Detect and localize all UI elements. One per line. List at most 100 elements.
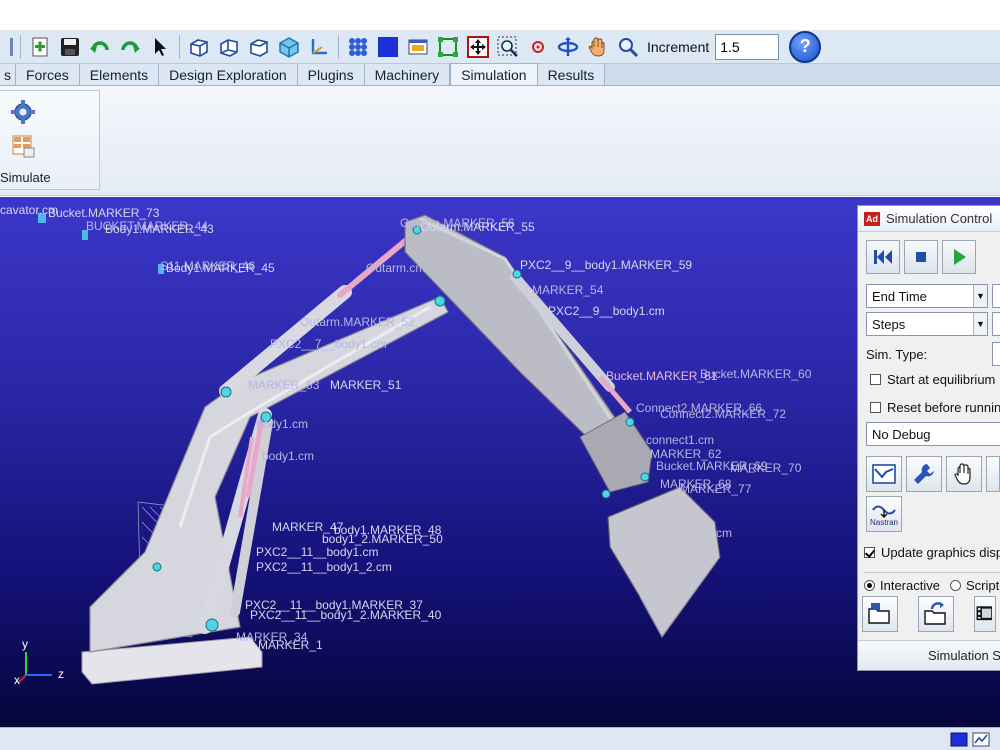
model-viewport[interactable]: cavator.cm Bucket.MARKER_73 BUCKET.MARKE…: [0, 197, 1000, 727]
center-icon[interactable]: [525, 34, 551, 60]
hand-button[interactable]: [946, 456, 982, 492]
axes-icon[interactable]: [306, 34, 332, 60]
toolbar-separator: [20, 34, 21, 59]
zoom-icon[interactable]: [615, 34, 641, 60]
marker-label[interactable]: Body1.MARKER_45: [166, 261, 275, 275]
plot-button[interactable]: [866, 456, 902, 492]
start-equilibrium-row[interactable]: Start at equilibrium: [870, 372, 995, 387]
hand-icon: [954, 463, 971, 485]
marker-label[interactable]: Connect2.MARKER_72: [660, 407, 786, 421]
marker-label[interactable]: MARKER_70: [730, 461, 801, 475]
end-time-input[interactable]: [992, 284, 1000, 308]
table-icon[interactable]: [10, 133, 36, 159]
marker-label[interactable]: body1.cm: [256, 417, 308, 431]
view-side-icon[interactable]: [216, 34, 242, 60]
undo-icon[interactable]: [87, 34, 113, 60]
tab-results[interactable]: Results: [537, 64, 606, 85]
stop-button[interactable]: [904, 240, 938, 274]
view-3d-icon[interactable]: [276, 34, 302, 60]
zoom-region-icon[interactable]: [435, 34, 461, 60]
move-icon[interactable]: [465, 34, 491, 60]
tab-machinery[interactable]: Machinery: [364, 64, 451, 85]
reset-before-row[interactable]: Reset before running: [870, 400, 1000, 415]
simulation-control-titlebar[interactable]: Ad Simulation Control: [858, 206, 1000, 232]
play-button[interactable]: [942, 240, 976, 274]
simulation-settings-button[interactable]: Simulation Settings: [858, 640, 1000, 670]
save-icon[interactable]: [57, 34, 83, 60]
tab-design-exploration[interactable]: Design Exploration: [159, 64, 298, 85]
new-model-icon[interactable]: [27, 34, 53, 60]
mesh-icon[interactable]: [345, 34, 371, 60]
marker-label[interactable]: PXC2__11__body1.cm: [256, 545, 379, 559]
marker-label[interactable]: PXC2__7__body1.cm: [270, 337, 387, 351]
graph-icon[interactable]: [972, 732, 990, 747]
rotate-icon[interactable]: [555, 34, 581, 60]
tab-forces[interactable]: Forces: [16, 64, 80, 85]
increment-input[interactable]: [715, 33, 780, 60]
debug-select[interactable]: No Debug: [866, 422, 1000, 446]
display-icon[interactable]: [950, 732, 968, 747]
marker-label[interactable]: Body1.MARKER_43: [105, 222, 214, 236]
interactive-label: Interactive: [880, 578, 940, 593]
select-arrow-icon[interactable]: [147, 34, 173, 60]
marker-label[interactable]: Bucket.MARKER_73: [48, 206, 159, 220]
marker-label[interactable]: Outarm.MARKER_55: [420, 220, 535, 234]
marker-label[interactable]: PXC2__9__body1.cm: [548, 304, 665, 318]
render-icon[interactable]: [375, 34, 401, 60]
marker-label[interactable]: MARKER_34: [236, 630, 307, 644]
nastran-button[interactable]: Nastran: [866, 496, 902, 532]
scripted-radio[interactable]: [949, 580, 961, 591]
view-fit-icon[interactable]: [405, 34, 431, 60]
view-iso-icon[interactable]: [246, 34, 272, 60]
save-sim-button[interactable]: [918, 596, 954, 632]
tab-plugins[interactable]: Plugins: [297, 64, 365, 85]
marker-label[interactable]: MARKER_77: [680, 482, 751, 496]
open-sim-button[interactable]: [862, 596, 898, 632]
steps-select[interactable]: Steps ▼: [866, 312, 988, 336]
tab-partial[interactable]: s: [0, 64, 16, 85]
tab-simulation[interactable]: Simulation: [450, 63, 538, 85]
zoom-box-icon[interactable]: [495, 34, 521, 60]
marker-label[interactable]: body1_2.MARKER_50: [322, 532, 443, 546]
tab-elements[interactable]: Elements: [79, 64, 160, 85]
animation-button[interactable]: [974, 596, 996, 632]
file-tools-row: [862, 596, 996, 632]
toolbar-separator: [179, 34, 180, 59]
coordinate-triad: [17, 652, 52, 684]
sim-type-select[interactable]: [992, 342, 1000, 366]
toolbar-edge: [0, 34, 14, 60]
marker-label[interactable]: MARKER_54: [532, 283, 603, 297]
start-equilibrium-checkbox[interactable]: [870, 374, 881, 385]
nastran-label: Nastran: [869, 517, 898, 527]
redo-icon[interactable]: [117, 34, 143, 60]
marker-label[interactable]: Outarm.MARKER_52: [300, 315, 415, 329]
help-button[interactable]: ?: [789, 30, 822, 63]
wrench-button[interactable]: [906, 456, 942, 492]
play-icon: [954, 249, 966, 265]
marker-label[interactable]: PXC2__9__body1.MARKER_59: [520, 258, 692, 272]
rewind-button[interactable]: [866, 240, 900, 274]
update-graphics-row[interactable]: Update graphics display: [864, 545, 1000, 560]
excavator-model[interactable]: [0, 197, 1000, 727]
reset-before-checkbox[interactable]: [870, 402, 881, 413]
marker-label[interactable]: connect1.cm: [646, 433, 714, 447]
app-badge: Ad: [864, 211, 880, 226]
end-time-select[interactable]: End Time ▼: [866, 284, 988, 308]
more-tools-button[interactable]: [986, 456, 1000, 492]
gear-icon[interactable]: [10, 99, 36, 125]
pan-hand-icon[interactable]: [585, 34, 611, 60]
steps-row: Steps ▼: [866, 312, 1000, 336]
marker-label[interactable]: MARKER_53: [248, 378, 319, 392]
ribbon-panel: Simulate: [0, 86, 1000, 196]
marker-label[interactable]: body1.cm: [262, 449, 314, 463]
marker-label[interactable]: cm: [716, 526, 732, 540]
marker-label[interactable]: Bucket.MARKER_60: [700, 367, 811, 381]
update-graphics-checkbox[interactable]: [864, 547, 875, 558]
steps-input[interactable]: [992, 312, 1000, 336]
interactive-radio[interactable]: [864, 580, 875, 591]
marker-label[interactable]: PXC2__11__body1_2.cm: [256, 560, 392, 574]
view-front-icon[interactable]: [186, 34, 212, 60]
marker-label[interactable]: Outarm.cm: [366, 261, 425, 275]
marker-label[interactable]: PXC2__11__body1_2.MARKER_40: [250, 608, 441, 622]
marker-label[interactable]: MARKER_51: [330, 378, 401, 392]
